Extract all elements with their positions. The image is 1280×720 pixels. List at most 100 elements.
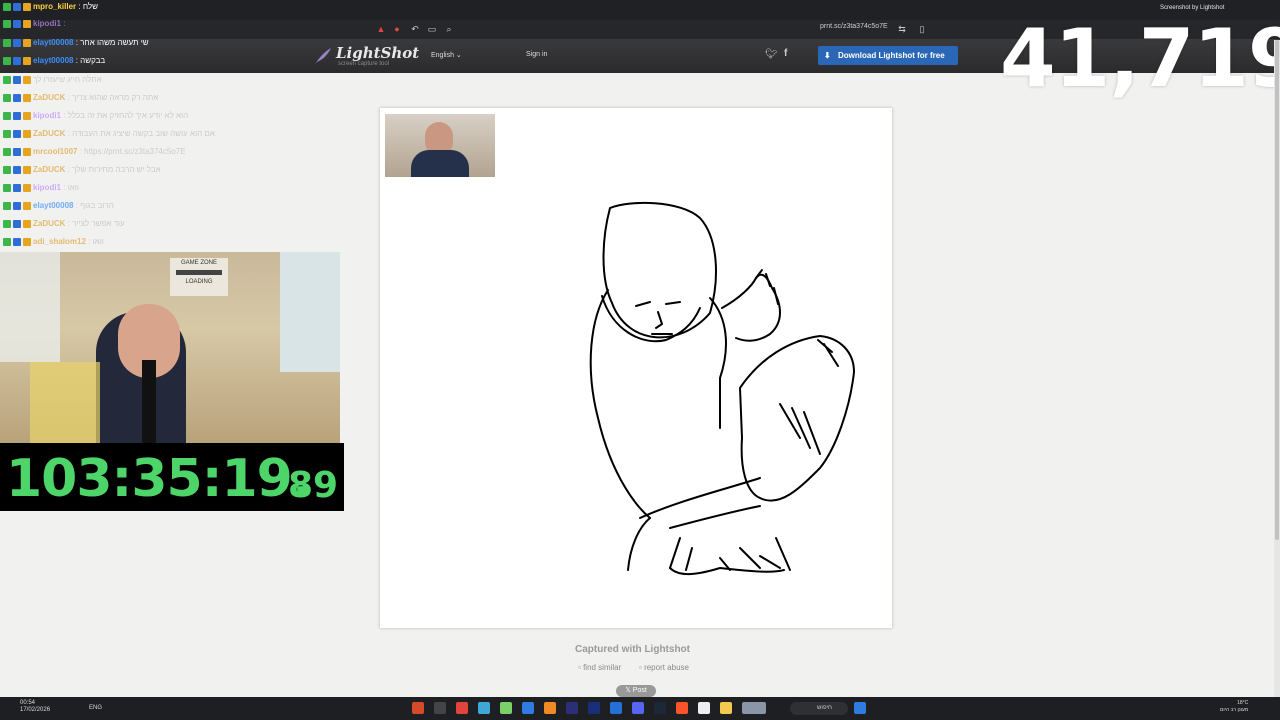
app-icon-4[interactable]	[478, 702, 490, 714]
speedrun-timer: 103:35:19. 89	[0, 443, 344, 511]
discord-icon[interactable]	[632, 702, 644, 714]
app-icon-3[interactable]	[456, 702, 468, 714]
chat-badge-icon	[3, 56, 11, 65]
language-indicator[interactable]: ENG	[89, 705, 102, 711]
chat-badge-icon	[23, 183, 31, 192]
chat-badge-icon	[3, 165, 11, 174]
taskbar-search[interactable]: חיפוש	[790, 702, 848, 715]
find-similar-link[interactable]: ▫ find similar	[578, 663, 621, 672]
facebook-icon[interactable]: f	[784, 48, 787, 59]
tab-icon[interactable]: ▭	[427, 24, 437, 34]
app-icon-5[interactable]	[500, 702, 512, 714]
chat-badge-icon	[13, 75, 21, 84]
back-icon[interactable]: ↶	[410, 24, 420, 34]
chat-line: אחלה חייג שיעזרו לך	[3, 73, 102, 87]
chat-badge-icon	[3, 183, 11, 192]
chat-badge-icon	[23, 19, 31, 28]
chat-badge-icon	[3, 147, 11, 156]
signin-link[interactable]: Sign in	[526, 51, 547, 58]
taskbar-clock[interactable]: 00:54 17/02/2026	[20, 700, 50, 714]
weather-desc: מעונן רב היום	[1220, 707, 1249, 713]
premiere-icon[interactable]	[588, 702, 600, 714]
chat-separator: :	[85, 237, 93, 246]
language-select[interactable]: English ⌄	[431, 51, 462, 59]
chat-badge-icon	[23, 111, 31, 120]
timer-fraction: 89	[288, 465, 339, 506]
window-right	[280, 252, 340, 372]
chat-line: kipodi1 : הוא לא יודע איך להחזיק את זה ב…	[3, 109, 188, 123]
chat-line: ZaDUCK : אתה רק מראה שהוא צריך	[3, 91, 158, 105]
brave-shield-icon[interactable]: ▲	[376, 24, 386, 34]
chat-badge-icon	[13, 38, 21, 47]
weather-widget[interactable]: 18°C מעונן רב היום	[1220, 700, 1248, 714]
chat-username: kipodi1	[33, 19, 62, 28]
download-button[interactable]: ⬇ Download Lightshot for free	[818, 46, 958, 65]
lightshot-logo[interactable]: LightShot	[336, 44, 419, 62]
app-icon-16[interactable]	[742, 702, 766, 714]
chat-username: elayt00008	[33, 201, 74, 210]
chat-badge-icon	[3, 93, 11, 102]
page-scrollbar[interactable]	[1274, 40, 1280, 697]
brave-icon[interactable]	[676, 702, 688, 714]
steam-icon[interactable]	[654, 702, 666, 714]
poster-bar	[176, 270, 222, 275]
app-icon-7[interactable]	[544, 702, 556, 714]
pillow	[30, 362, 100, 444]
poster: GAME ZONE LOADING	[170, 258, 228, 296]
chat-username: ZaDUCK	[33, 165, 66, 174]
url-bar[interactable]: prnt.sc/z3ta374c5o7E	[820, 23, 888, 30]
chat-badge-icon	[13, 183, 21, 192]
chat-message: אחלה חייג שיעזרו לך	[33, 75, 102, 84]
poster-title: GAME ZONE	[180, 260, 217, 266]
scrollbar-thumb[interactable]	[1275, 40, 1279, 540]
start-icon[interactable]	[854, 702, 866, 714]
chat-message: בבקשה	[80, 56, 106, 65]
twitter-icon[interactable]: 🐦︎	[765, 49, 778, 60]
chat-message: שי תעשה משהו אחר	[80, 38, 149, 47]
chat-badge-icon	[23, 38, 31, 47]
chat-message: וואו	[92, 237, 104, 246]
download-icon: ⬇	[824, 51, 831, 60]
chat-badge-icon	[3, 38, 11, 47]
chat-badge-icon	[13, 56, 21, 65]
chat-username: elayt00008	[33, 56, 74, 65]
window-left	[0, 252, 60, 362]
app-icon-2[interactable]	[434, 702, 446, 714]
chat-badge-icon	[23, 165, 31, 174]
chat-separator: :	[61, 19, 66, 28]
bookmark-icon[interactable]: ▯	[917, 24, 927, 34]
share-icon[interactable]: ⇆	[897, 24, 907, 34]
extension-icon[interactable]: ●	[392, 24, 402, 34]
chat-line: elayt00008 : בבקשה	[3, 54, 105, 68]
screenshot-image[interactable]	[380, 108, 892, 628]
report-abuse-label: report abuse	[644, 663, 689, 672]
app-icon-6[interactable]	[522, 702, 534, 714]
report-abuse-link[interactable]: ▫ report abuse	[639, 663, 689, 672]
chat-badge-icon	[13, 147, 21, 156]
photoshop-icon[interactable]	[610, 702, 622, 714]
chat-line: elayt00008 : הרוב בגוף	[3, 199, 114, 213]
captured-with-lightshot[interactable]: Captured with Lightshot	[575, 644, 690, 655]
chat-username: adi_shalom12	[33, 237, 86, 246]
file-explorer-icon[interactable]	[720, 702, 732, 714]
chat-badge-icon	[13, 111, 21, 120]
logo-subtitle: screen capture tool	[338, 61, 390, 67]
chat-username: mpro_killer	[33, 2, 77, 11]
app-icon-1[interactable]	[412, 702, 424, 714]
chat-line: ZaDUCK : אם הוא עושה שוב בקשה שיציג את ה…	[3, 127, 215, 141]
chat-username: ZaDUCK	[33, 93, 66, 102]
chat-message: הוא לא יודע איך להחזיק את זה בכלל	[67, 111, 189, 120]
post-button[interactable]: 𝕏 Post	[616, 685, 656, 697]
chat-badge-icon	[13, 201, 21, 210]
chat-line: elayt00008 : שי תעשה משהו אחר	[3, 36, 149, 50]
clock-date: 17/02/2026	[20, 707, 51, 713]
chat-badge-icon	[3, 237, 11, 246]
chat-badge-icon	[23, 219, 31, 228]
app-icon-14[interactable]	[698, 702, 710, 714]
search-icon[interactable]: ⌕	[444, 24, 454, 34]
tab-title[interactable]: Screenshot by Lightshot	[1160, 5, 1224, 11]
after-effects-icon[interactable]	[566, 702, 578, 714]
chat-username: elayt00008	[33, 38, 74, 47]
webcam-overlay: GAME ZONE LOADING	[0, 252, 340, 444]
chat-badge-icon	[13, 129, 21, 138]
